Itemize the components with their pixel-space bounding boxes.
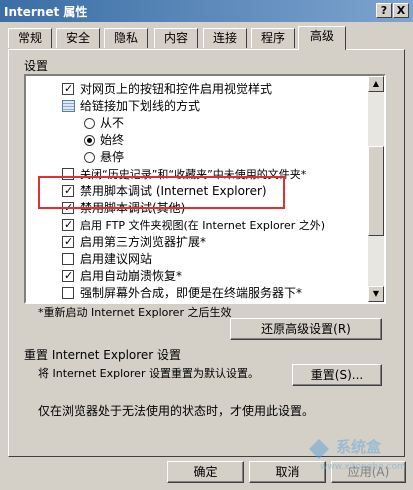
window-title: Internet 属性 [4,5,88,19]
checkbox[interactable] [62,287,74,299]
list-item-label: 启用自动崩溃恢复* [80,269,183,283]
checkbox[interactable]: ✓ [62,82,74,95]
tab-privacy[interactable]: 隐私 [104,28,148,48]
list-item-label: 启用第三方浏览器扩展* [80,235,207,249]
radio-button[interactable] [84,135,95,146]
vertical-scrollbar[interactable]: ▲ ▼ [368,76,384,302]
settings-label: 设置 [24,59,49,73]
reset-note: 仅在浏览器处于无法使用的状态时，才使用此设置。 [38,404,315,418]
list-item-label: 启用 FTP 文件夹视图(在 Internet Explorer 之外) [80,219,326,232]
radio-button[interactable] [84,118,95,129]
cancel-button[interactable]: 取消 [249,461,326,483]
list-item-label: 悬停 [100,150,125,164]
tab-connections[interactable]: 连接 [203,28,247,48]
check-icon: ✓ [64,218,74,231]
underline-group-icon [62,100,75,112]
restart-note: *重新启动 Internet Explorer 之后生效 [38,306,232,319]
list-item-label: 给链接加下划线的方式 [80,99,201,113]
reset-description: 将 Internet Explorer 设置重置为默认设置。 [38,367,259,380]
checkbox[interactable] [62,253,74,265]
watermark-text: 系统盒 [336,438,382,456]
tab-advanced[interactable]: 高级 [298,26,346,50]
checkbox[interactable]: ✓ [62,218,74,231]
help-button[interactable]: ? [376,3,392,18]
tab-security[interactable]: 安全 [56,28,100,48]
tab-programs[interactable]: 程序 [251,28,295,48]
list-item-label: 启用建议网站 [80,252,153,266]
restore-advanced-button[interactable]: 还原高级设置(R) [230,318,382,340]
ok-button[interactable]: 确定 [167,461,244,483]
watermark: 系统盒 www.xitonghe.com [309,436,406,484]
list-item-label: 对网页上的按钮和控件启用视觉样式 [80,82,273,96]
close-button[interactable]: X [393,3,409,18]
scroll-down-icon[interactable]: ▼ [368,286,384,302]
tab-content[interactable]: 内容 [154,28,198,48]
check-icon: ✓ [64,82,74,95]
tab-strip: 常规 安全 隐私 内容 连接 程序 高级 [8,26,408,50]
radio-dot-icon [87,138,92,143]
watermark-logo-icon [309,439,329,459]
checkbox[interactable]: ✓ [62,235,74,248]
radio-button[interactable] [84,152,95,163]
reset-button[interactable]: 重置(S)... [292,364,382,386]
tab-general[interactable]: 常规 [8,28,52,48]
reset-section-title: 重置 Internet Explorer 设置 [24,348,182,362]
list-item-label: 始终 [100,133,125,147]
scroll-thumb[interactable] [368,146,384,236]
watermark-url: www.xitonghe.com [320,462,406,472]
title-bar: Internet 属性 ? X [0,0,413,22]
checkbox[interactable]: ✓ [62,269,74,282]
list-item-label: 从不 [100,116,125,130]
scroll-up-icon[interactable]: ▲ [368,76,384,92]
list-item-label: 强制屏幕外合成，即便是在终端服务器下* [80,286,303,300]
check-icon: ✓ [64,235,74,248]
highlight-box [38,176,285,209]
check-icon: ✓ [64,269,74,282]
